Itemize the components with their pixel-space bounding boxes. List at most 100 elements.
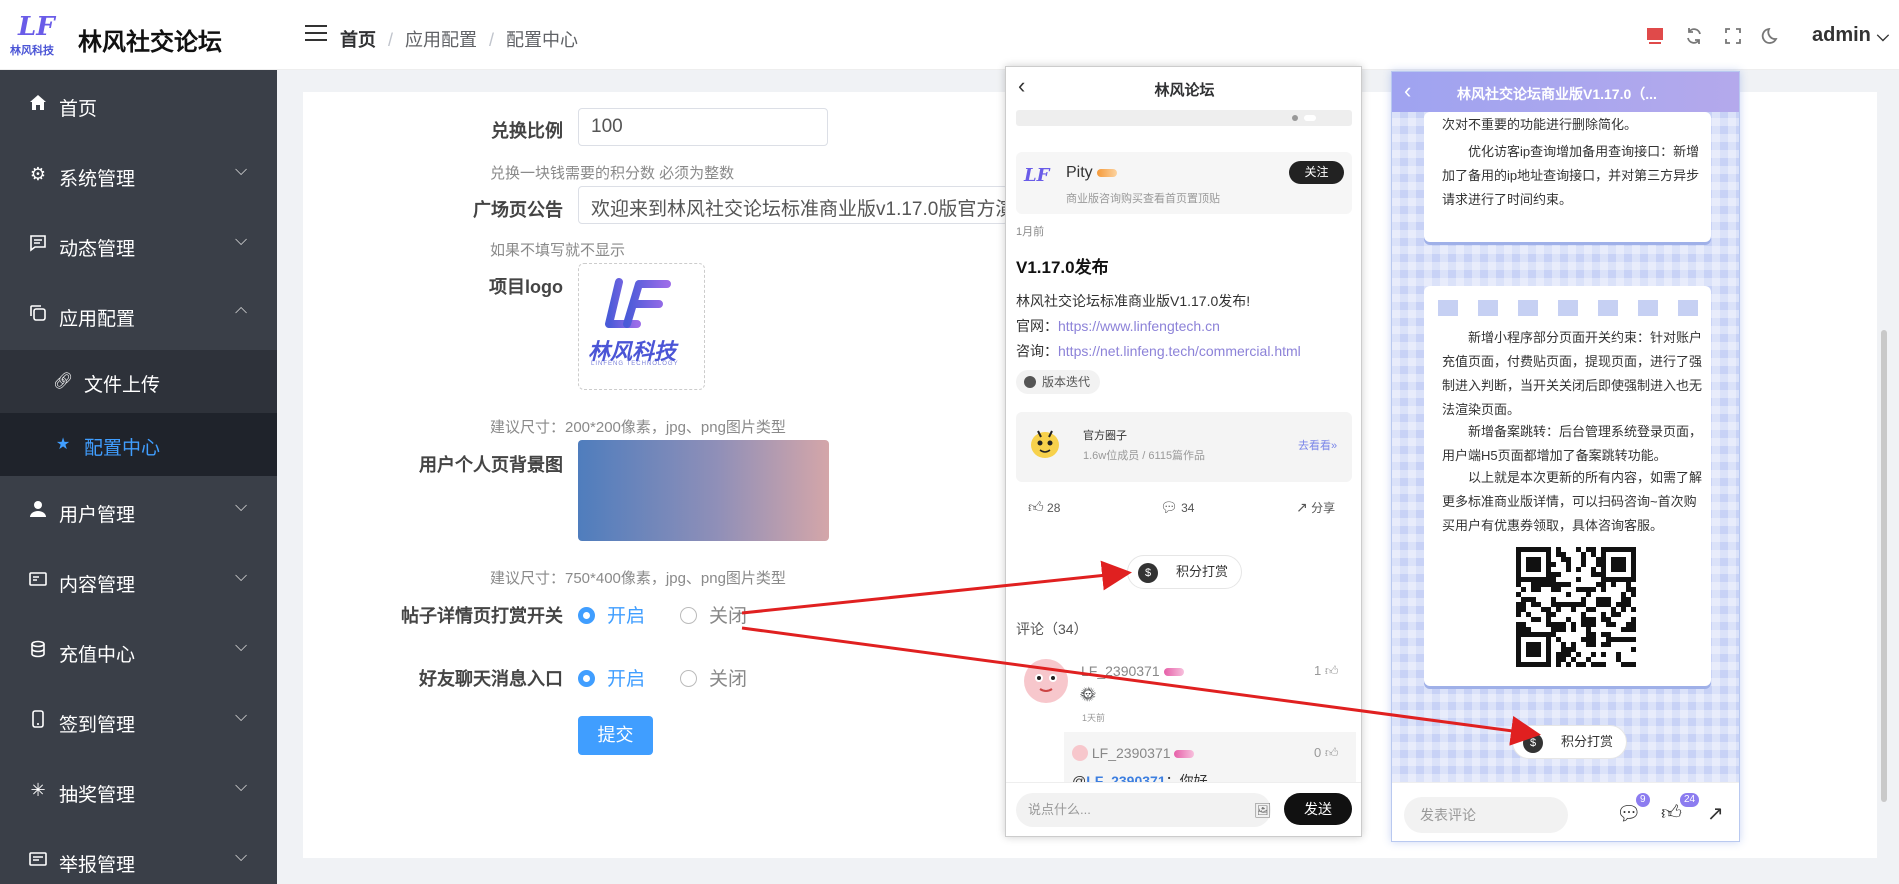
sidebar-item-home[interactable]: 首页	[0, 70, 277, 140]
sidebar-item-label: 系统管理	[59, 169, 136, 190]
star-icon: ★	[55, 436, 71, 453]
consult-link[interactable]: https://net.linfeng.tech/commercial.html	[1058, 343, 1301, 359]
sidebar-subitem-config-center[interactable]: ★ 配置中心	[0, 413, 277, 476]
circle-name: 官方圈子	[1083, 430, 1127, 442]
topic-tag[interactable]: 版本迭代	[1016, 370, 1101, 394]
submit-button[interactable]: 提交	[578, 716, 653, 755]
gear-icon: ⚙	[29, 164, 47, 184]
sidebar-item-recharge[interactable]: 充值中心 ⌵	[0, 616, 277, 686]
like-action[interactable]: 👍︎ 28	[1028, 499, 1060, 517]
comment-like[interactable]: 1 👍︎	[1314, 663, 1338, 679]
author-avatar[interactable]: LF	[1024, 165, 1049, 186]
sidebar-item-label: 动态管理	[59, 239, 136, 260]
tip-switch-on-radio[interactable]: 开启	[578, 601, 645, 628]
monitor-icon[interactable]	[1645, 26, 1665, 46]
sidebar-item-app-config[interactable]: 应用配置 ⌵	[0, 280, 277, 350]
chevron-down-icon: ⌵	[235, 498, 248, 515]
notice-input[interactable]: 欢迎来到林风社交论坛标准商业版v1.17.0版官方演示站	[578, 186, 1008, 224]
chevron-down-icon: ⌵	[235, 638, 248, 655]
badge-icon	[1163, 668, 1184, 676]
sidebar-item-system[interactable]: ⚙ 系统管理 ⌵	[0, 140, 277, 210]
logo-hint: 建议尺寸：200*200像素，jpg、png图片类型	[490, 419, 786, 436]
thumbs-up-icon: 👍︎	[1324, 663, 1339, 678]
comment-count-badge: 9	[1636, 793, 1650, 807]
sidebar-item-label: 举报管理	[59, 855, 136, 876]
sidebar-item-label: 应用配置	[59, 309, 136, 330]
chevron-down-icon: ⌵	[235, 848, 248, 865]
chevron-down-icon: ⌵	[1876, 28, 1890, 45]
chat-entry-off-radio[interactable]: 关闭	[680, 664, 747, 691]
sidebar: 首页 ⚙ 系统管理 ⌵ 动态管理 ⌵ 应用配置 ⌵ 🔗︎ 文件上传 ★ 配置中心…	[0, 70, 277, 884]
image-icon[interactable]: 🖼︎	[1254, 802, 1272, 819]
ratio-input[interactable]: 100	[578, 108, 828, 146]
breadcrumb: 首页 / 应用配置 / 配置中心	[340, 30, 579, 50]
comment-input[interactable]: 发表评论	[1404, 797, 1568, 833]
menu-toggle-icon[interactable]	[305, 25, 327, 43]
radio-label: 关闭	[709, 669, 748, 690]
logo-caption: 林风科技	[10, 45, 54, 57]
sidebar-item-dynamic[interactable]: 动态管理 ⌵	[0, 210, 277, 280]
reply-user: LF_2390371	[1072, 745, 1195, 761]
background-upload[interactable]	[578, 440, 829, 541]
comment-input[interactable]: 说点什么...	[1016, 793, 1271, 827]
user-menu[interactable]: admin ⌵	[1812, 24, 1889, 47]
author-subtitle: 商业版咨询购买查看首页置顶贴	[1066, 193, 1220, 205]
comment-bar: 说点什么... 🖼︎ 发送	[1006, 782, 1361, 836]
comment-action[interactable]: 💬︎ 34	[1160, 499, 1194, 516]
chat-entry-label: 好友聊天消息入口	[419, 669, 563, 689]
notice-label: 广场页公告	[473, 200, 563, 220]
dark-mode-icon[interactable]	[1761, 26, 1781, 46]
radio-label: 开启	[607, 669, 646, 690]
follow-button[interactable]: 关注	[1289, 161, 1344, 184]
article-paragraph: 次对不重要的功能进行删除简化。	[1442, 117, 1638, 132]
comment-icon: 💬︎	[1160, 499, 1178, 515]
sidebar-item-label: 抽奖管理	[59, 785, 136, 806]
back-icon[interactable]: ‹	[1404, 78, 1411, 104]
tip-button[interactable]: $ 积分打赏	[1512, 725, 1627, 759]
app-logo: LF 林风科技	[8, 12, 64, 57]
sidebar-item-content[interactable]: 内容管理 ⌵	[0, 546, 277, 616]
thumbs-up-icon[interactable]: 👍︎	[1661, 801, 1682, 825]
chevron-down-icon: ⌵	[235, 162, 248, 179]
card-icon	[28, 570, 48, 590]
sidebar-item-report[interactable]: 举报管理 ⌵	[0, 826, 277, 884]
tip-button[interactable]: $ 积分打赏	[1127, 555, 1242, 589]
bg-hint: 建议尺寸：750*400像素，jpg、png图片类型	[490, 570, 786, 587]
sidebar-item-lottery[interactable]: ✳ 抽奖管理 ⌵	[0, 756, 277, 826]
reply-like[interactable]: 0 👍︎	[1314, 745, 1338, 761]
page-scrollbar-thumb[interactable]	[1881, 330, 1887, 802]
chevron-down-icon: ⌵	[235, 232, 248, 249]
bg-label: 用户个人页背景图	[419, 455, 563, 475]
sidebar-item-users[interactable]: 用户管理 ⌵	[0, 476, 277, 546]
sidebar-subitem-file-upload[interactable]: 🔗︎ 文件上传	[0, 350, 277, 413]
sun-emoji-icon: 🌞︎	[1080, 686, 1097, 703]
sidebar-item-checkin[interactable]: 签到管理 ⌵	[0, 686, 277, 756]
notice-hint: 如果不填写就不显示	[490, 242, 626, 259]
breadcrumb-item[interactable]: 应用配置	[405, 30, 477, 50]
chevron-down-icon: ⌵	[235, 778, 248, 795]
share-action[interactable]: ↗ 分享	[1296, 499, 1335, 516]
app-title: 林风社交论坛	[78, 29, 222, 56]
article-paragraph: 以上就是本次更新的所有内容，如需了解更多标准商业版详情，可以扫码咨询~首次购买用…	[1442, 470, 1703, 533]
share-icon[interactable]: ↗	[1707, 801, 1724, 826]
reply-avatar-icon	[1072, 745, 1088, 761]
decorative-squares	[1438, 300, 1698, 316]
logo-sub-text: LINFENG TECHNOLOGY	[591, 361, 679, 367]
send-button[interactable]: 发送	[1284, 793, 1352, 825]
article-paragraph: 新增备案跳转：后台管理系统登录页面，用户端H5页面都增加了备案跳转功能。	[1442, 424, 1703, 463]
logo-upload[interactable]: 林风科技 LINFENG TECHNOLOGY	[578, 263, 705, 390]
commenter-avatar[interactable]	[1024, 659, 1068, 703]
post-time: 1月前	[1016, 226, 1045, 238]
post-site-line: 官网：https://www.linfengtech.cn	[1016, 318, 1220, 334]
refresh-icon[interactable]	[1684, 26, 1704, 46]
commenter-name: LF_2390371	[1081, 663, 1184, 679]
phone-title: 林风论坛	[1154, 82, 1215, 99]
tip-switch-off-radio[interactable]: 关闭	[680, 601, 747, 628]
share-icon: ↗	[1296, 499, 1308, 515]
chat-entry-on-radio[interactable]: 开启	[578, 664, 645, 691]
fullscreen-icon[interactable]	[1723, 26, 1743, 46]
circle-link[interactable]: 去看看»	[1298, 437, 1337, 453]
mobile-icon	[28, 710, 48, 730]
breadcrumb-item[interactable]: 首页	[340, 30, 376, 50]
site-link[interactable]: https://www.linfengtech.cn	[1058, 318, 1220, 334]
